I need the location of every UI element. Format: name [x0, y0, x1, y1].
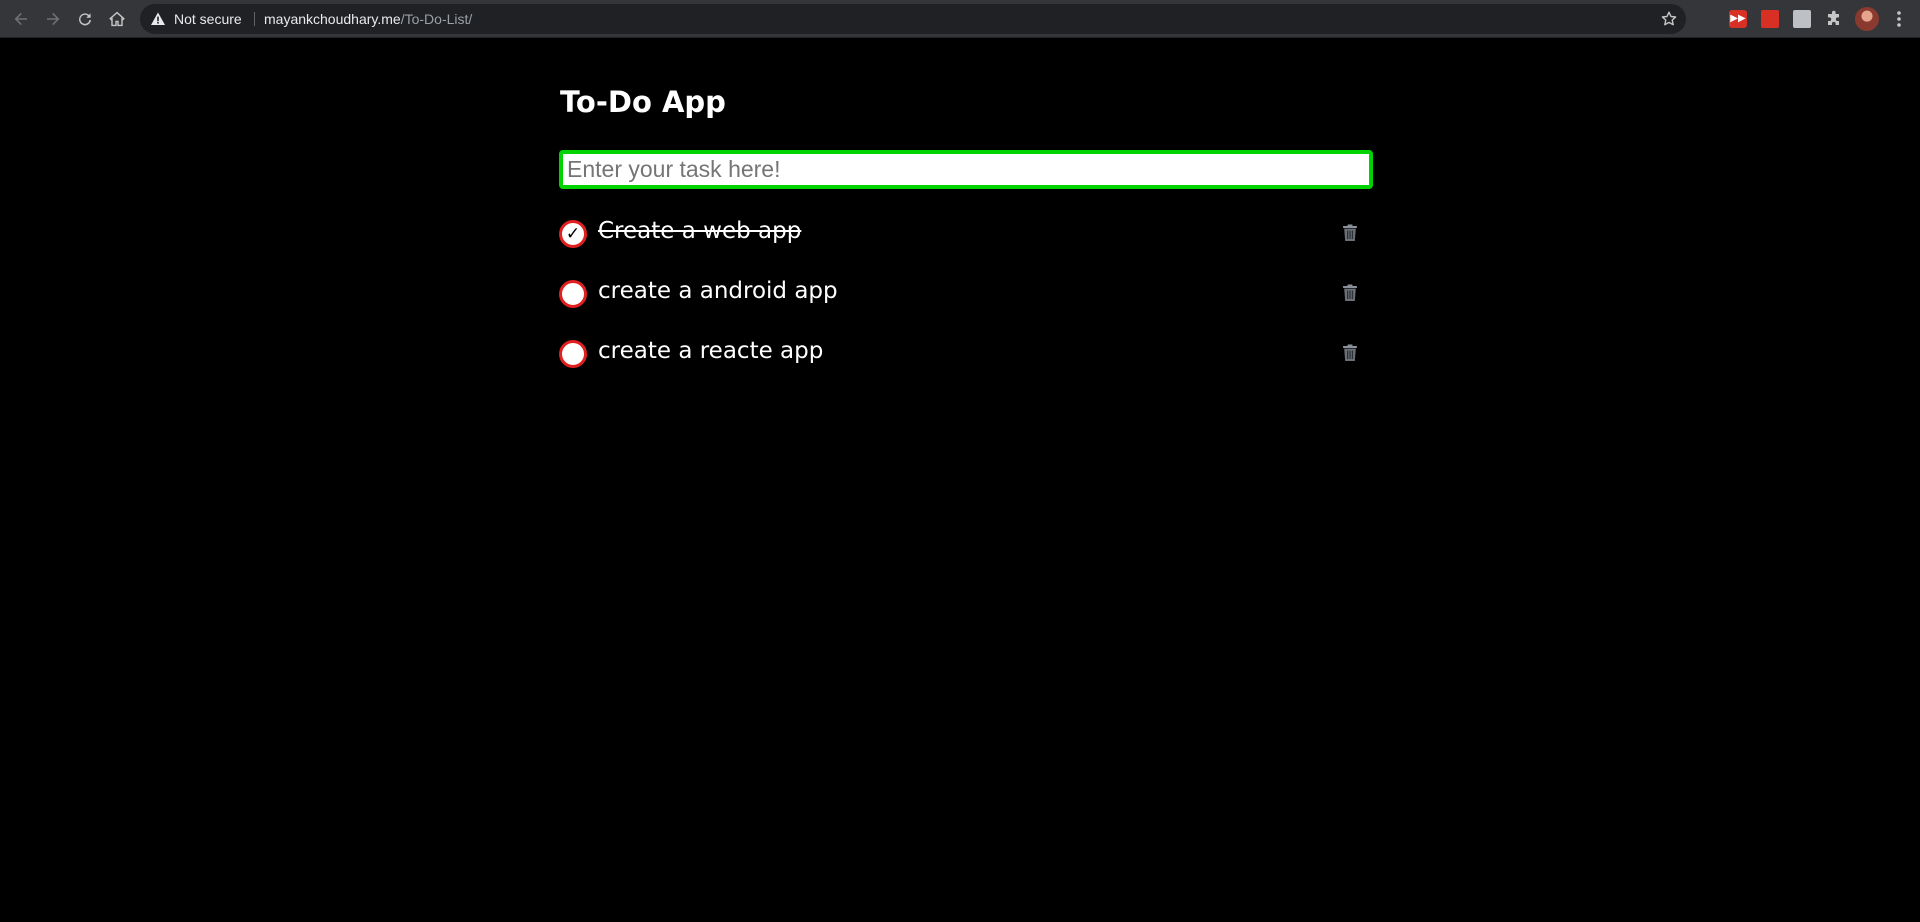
forward-button[interactable] [39, 5, 67, 33]
extension-bookmark-icon[interactable] [1761, 10, 1779, 28]
arrow-right-icon [45, 11, 61, 27]
todo-text[interactable]: create a reacte app [598, 338, 823, 364]
trash-icon[interactable] [1342, 284, 1358, 302]
back-button[interactable] [7, 5, 35, 33]
page-title: To-Do App [560, 85, 726, 119]
home-button[interactable] [103, 5, 131, 33]
extensions-puzzle-icon[interactable] [1825, 10, 1843, 28]
security-label[interactable]: Not secure [174, 4, 242, 34]
profile-avatar[interactable] [1855, 7, 1879, 31]
todo-item: create a reacte app [559, 318, 1375, 378]
todo-checkbox[interactable] [559, 280, 587, 308]
todo-checkbox[interactable]: ✓ [559, 220, 587, 248]
address-divider [254, 12, 255, 26]
extension-image-icon[interactable] [1793, 10, 1811, 28]
url-host: mayankchoudhary.me [264, 11, 401, 27]
extension-media-icon[interactable]: ▶▶ [1729, 10, 1747, 28]
warning-icon[interactable] [150, 11, 166, 27]
reload-icon [77, 11, 93, 27]
browser-toolbar: Not secure mayankchoudhary.me/To-Do-List… [0, 0, 1920, 38]
url-path: /To-Do-List/ [400, 11, 473, 27]
more-vert-icon[interactable] [1891, 9, 1907, 29]
trash-icon[interactable] [1342, 224, 1358, 242]
task-input[interactable] [559, 150, 1373, 189]
bookmark-star-icon[interactable] [1660, 10, 1678, 28]
todo-text[interactable]: create a android app [598, 278, 838, 304]
todo-item: create a android app [559, 258, 1375, 318]
reload-button[interactable] [71, 5, 99, 33]
todo-list: ✓ Create a web app create a android app [559, 198, 1375, 378]
trash-icon[interactable] [1342, 344, 1358, 362]
todo-item: ✓ Create a web app [559, 198, 1375, 258]
todo-text[interactable]: Create a web app [598, 218, 801, 244]
todo-checkbox[interactable] [559, 340, 587, 368]
url-text[interactable]: mayankchoudhary.me/To-Do-List/ [264, 4, 472, 34]
address-bar[interactable]: Not secure mayankchoudhary.me/To-Do-List… [140, 4, 1686, 34]
home-icon [109, 11, 125, 27]
arrow-left-icon [13, 11, 29, 27]
